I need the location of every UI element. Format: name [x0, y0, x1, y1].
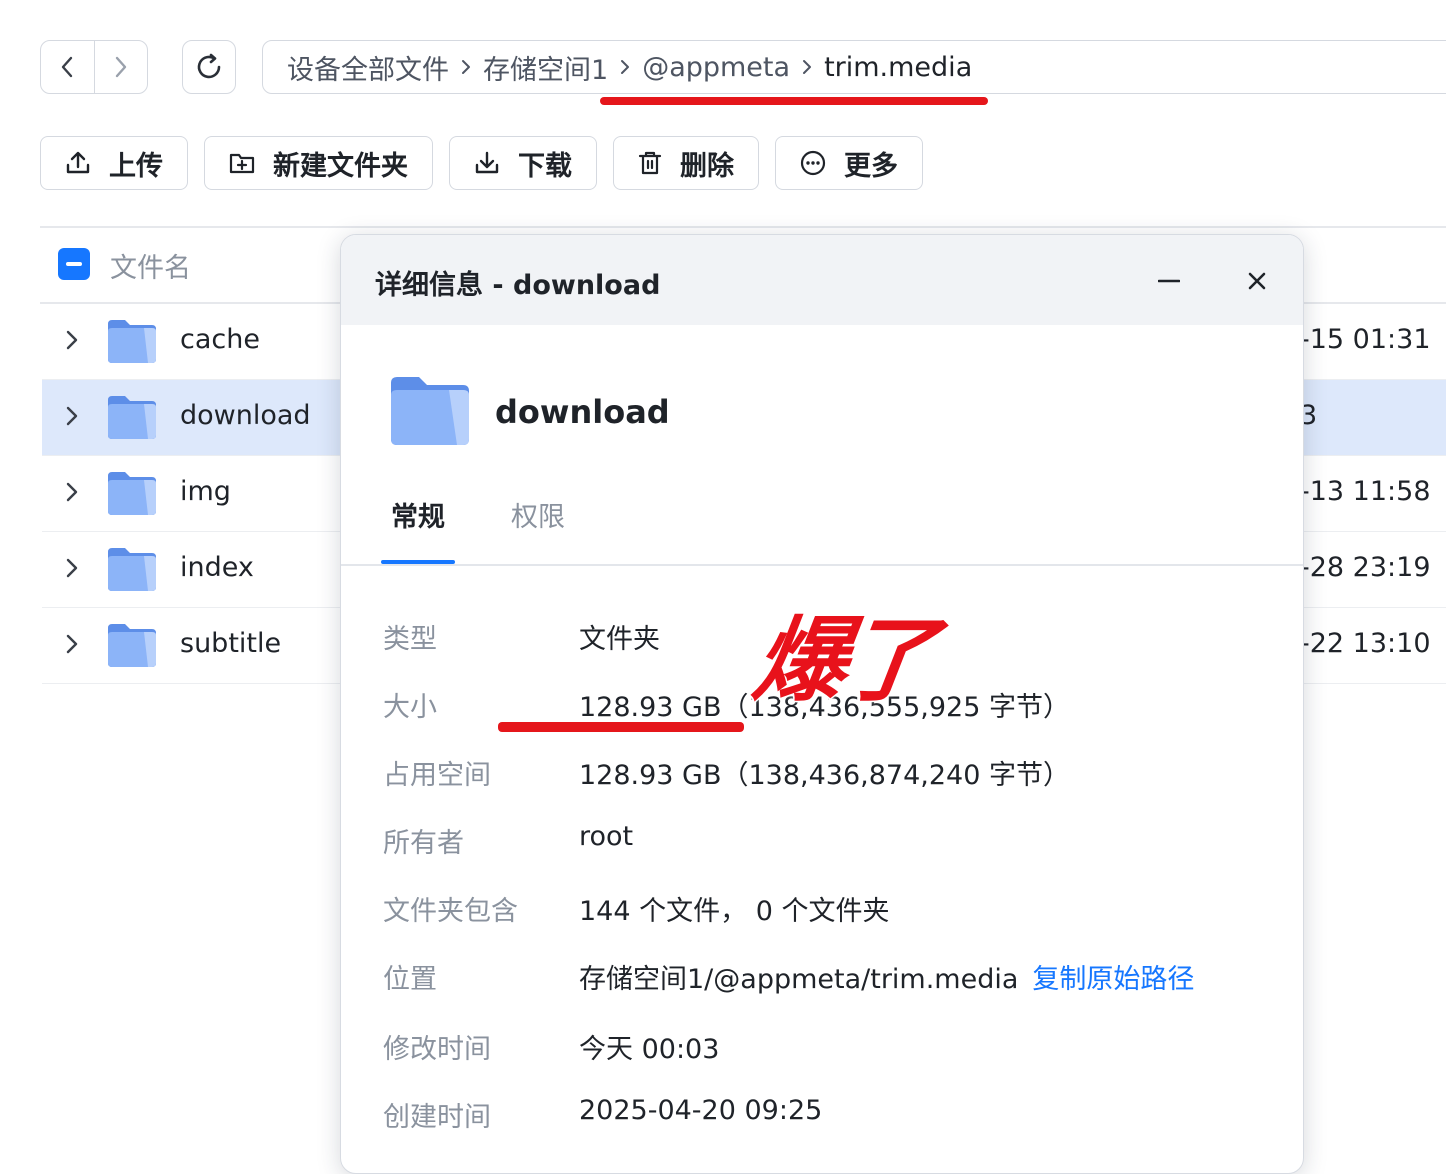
- tab-permissions[interactable]: 权限: [511, 495, 565, 534]
- expand-chevron-icon[interactable]: [66, 406, 78, 430]
- folder-icon: [106, 394, 158, 444]
- tab-general[interactable]: 常规: [391, 495, 445, 534]
- file-name: cache: [180, 324, 260, 355]
- folder-name: download: [495, 393, 670, 431]
- annotation-underline-size: [498, 722, 744, 732]
- file-name: index: [180, 552, 254, 583]
- info-row-disk-usage: 占用空间 128.93 GB（138,436,874,240 字节）: [341, 753, 1303, 793]
- file-name: img: [180, 476, 231, 507]
- more-icon: [800, 150, 826, 176]
- indeterminate-icon: [66, 262, 82, 266]
- breadcrumb-current[interactable]: trim.media: [824, 52, 972, 83]
- new-folder-icon: [229, 153, 255, 174]
- breadcrumb-item[interactable]: @appmeta: [642, 52, 790, 83]
- info-row-modified: 修改时间 今天 00:03: [341, 1027, 1303, 1067]
- info-value: 144 个文件， 0 个文件夹: [579, 896, 890, 927]
- expand-chevron-icon[interactable]: [66, 558, 78, 582]
- toolbar: 上传 新建文件夹 下载 删除 更多: [40, 136, 923, 190]
- forward-button[interactable]: [93, 41, 148, 93]
- info-label: 位置: [383, 964, 437, 995]
- info-row-contents: 文件夹包含 144 个文件， 0 个文件夹: [341, 889, 1303, 929]
- new-folder-button[interactable]: 新建文件夹: [204, 136, 433, 190]
- folder-icon: [389, 375, 471, 451]
- expand-chevron-icon[interactable]: [66, 330, 78, 354]
- info-label: 修改时间: [383, 1034, 491, 1065]
- info-label: 所有者: [383, 828, 464, 859]
- breadcrumb: 设备全部文件 存储空间1 @appmeta trim.media: [262, 40, 1446, 94]
- refresh-icon: [197, 53, 221, 79]
- minimize-icon: [1158, 279, 1180, 283]
- upload-icon: [66, 151, 90, 174]
- download-button[interactable]: 下载: [449, 136, 597, 190]
- info-value-location: 存储空间1/@appmeta/trim.media 复制原始路径: [579, 957, 1194, 996]
- modified-date: -22 13:10: [1300, 628, 1431, 659]
- info-value: 2025-04-20 09:25: [579, 1095, 823, 1126]
- folder-icon: [106, 470, 158, 520]
- upload-button[interactable]: 上传: [40, 136, 188, 190]
- close-icon: [1248, 272, 1266, 290]
- folder-icon: [106, 318, 158, 368]
- chevron-right-icon: [115, 56, 126, 78]
- divider: [341, 564, 1303, 566]
- annotation-text: 爆了: [746, 605, 940, 716]
- info-label: 大小: [383, 692, 437, 723]
- modified-date: -13 11:58: [1300, 476, 1431, 507]
- dialog-title: 详细信息 - download: [375, 270, 661, 301]
- dialog-header: 详细信息 - download: [341, 235, 1303, 325]
- delete-button[interactable]: 删除: [613, 136, 759, 190]
- close-button[interactable]: [1241, 265, 1273, 297]
- expand-chevron-icon[interactable]: [66, 482, 78, 506]
- file-name: subtitle: [180, 628, 282, 659]
- more-button[interactable]: 更多: [775, 136, 923, 190]
- info-row-location: 位置 存储空间1/@appmeta/trim.media 复制原始路径: [341, 957, 1303, 997]
- expand-chevron-icon[interactable]: [66, 634, 78, 658]
- copy-path-link[interactable]: 复制原始路径: [1032, 964, 1194, 995]
- minimize-button[interactable]: [1153, 265, 1185, 297]
- annotation-underline-path: [600, 97, 988, 105]
- chevron-right-icon: [802, 59, 812, 75]
- column-header-name[interactable]: 文件名: [110, 246, 191, 285]
- chevron-right-icon: [620, 59, 630, 75]
- more-label: 更多: [844, 150, 898, 182]
- info-label: 文件夹包含: [383, 896, 518, 927]
- folder-icon: [106, 546, 158, 596]
- info-value: root: [579, 821, 634, 852]
- file-name: download: [180, 400, 311, 431]
- download-label: 下载: [518, 150, 572, 182]
- info-label: 类型: [383, 624, 437, 655]
- modified-date: -28 23:19: [1300, 552, 1431, 583]
- modified-date: -15 01:31: [1300, 324, 1431, 355]
- select-all-checkbox[interactable]: [58, 248, 90, 280]
- trash-icon: [638, 151, 662, 175]
- info-label: 创建时间: [383, 1102, 491, 1133]
- refresh-button[interactable]: [182, 40, 236, 94]
- download-icon: [475, 151, 499, 174]
- info-row-created: 创建时间 2025-04-20 09:25: [341, 1095, 1303, 1135]
- breadcrumb-item[interactable]: 存储空间1: [483, 48, 608, 87]
- chevron-left-icon: [62, 56, 73, 78]
- info-label: 占用空间: [383, 760, 491, 791]
- delete-label: 删除: [680, 150, 734, 182]
- new-folder-label: 新建文件夹: [273, 150, 408, 182]
- info-value: 今天 00:03: [579, 1034, 720, 1065]
- breadcrumb-item[interactable]: 设备全部文件: [287, 48, 449, 87]
- location-path: 存储空间1/@appmeta/trim.media: [579, 964, 1019, 995]
- folder-icon: [106, 622, 158, 672]
- info-row-owner: 所有者 root: [341, 821, 1303, 861]
- info-value: 128.93 GB（138,436,874,240 字节）: [579, 760, 1070, 791]
- back-button[interactable]: [41, 41, 94, 93]
- info-value: 文件夹: [579, 624, 660, 655]
- upload-label: 上传: [109, 150, 163, 182]
- chevron-right-icon: [461, 59, 471, 75]
- history-nav: [40, 40, 148, 94]
